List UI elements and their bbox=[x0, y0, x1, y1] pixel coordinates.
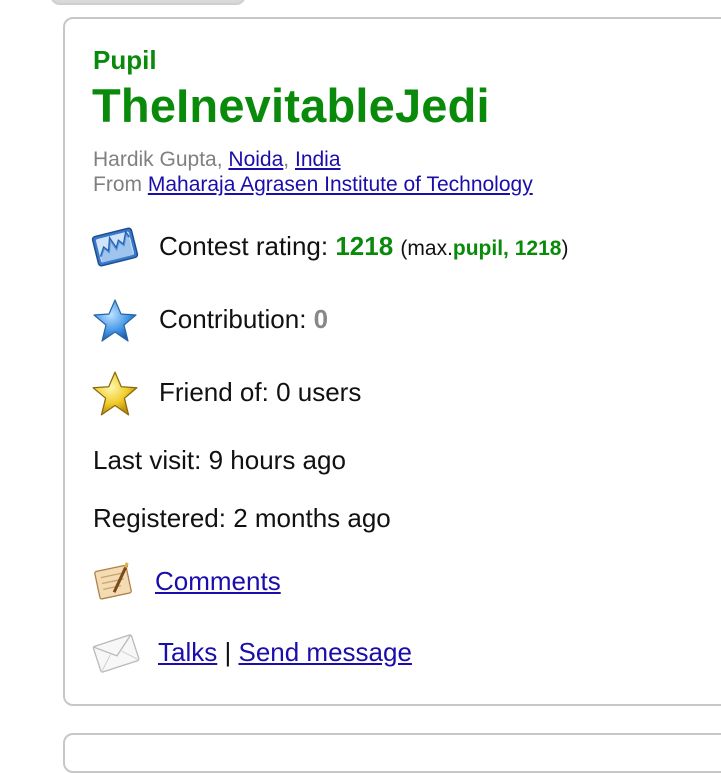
registered-value: 2 months ago bbox=[233, 503, 391, 533]
notepad-icon bbox=[92, 562, 136, 607]
blue-star-icon bbox=[92, 298, 138, 349]
contribution-label: Contribution: bbox=[159, 304, 307, 334]
contest-rating-value: 1218 bbox=[335, 231, 394, 261]
last-visit-value: 9 hours ago bbox=[208, 445, 346, 475]
last-visit-label: Last visit: bbox=[93, 445, 202, 475]
registered-row: Registered: 2 months ago bbox=[93, 503, 391, 534]
comments-link[interactable]: Comments bbox=[155, 566, 281, 596]
from-label: From bbox=[93, 173, 142, 196]
max-rank: pupil, 1218 bbox=[452, 237, 562, 260]
user-full-name: Hardik Gupta bbox=[93, 148, 217, 171]
country-link[interactable]: India bbox=[295, 148, 341, 171]
rating-chart-icon bbox=[91, 223, 139, 276]
contest-rating-row: Contest rating: 1218 (max.pupil, 1218) bbox=[159, 231, 568, 262]
envelope-icon bbox=[92, 630, 140, 681]
organization-line: From Maharaja Agrasen Institute of Techn… bbox=[93, 173, 533, 197]
city-link[interactable]: Noida bbox=[228, 148, 283, 171]
previous-section-tab bbox=[50, 0, 246, 5]
next-section-card bbox=[63, 733, 721, 773]
contest-rating-label: Contest rating: bbox=[159, 231, 329, 261]
last-visit-row: Last visit: 9 hours ago bbox=[93, 445, 346, 476]
friend-of-row: Friend of: 0 users bbox=[159, 377, 361, 408]
name-separator: , bbox=[216, 148, 223, 171]
registered-label: Registered: bbox=[93, 503, 226, 533]
city-separator: , bbox=[283, 148, 290, 171]
user-handle: TheInevitableJedi bbox=[92, 79, 490, 132]
user-location-line: Hardik Gupta, Noida, India bbox=[93, 148, 341, 172]
gold-star-icon bbox=[91, 370, 139, 423]
comments-row: Comments bbox=[155, 566, 281, 597]
contribution-row: Contribution: 0 bbox=[159, 304, 328, 335]
send-message-link[interactable]: Send message bbox=[238, 637, 411, 667]
max-close: ) bbox=[561, 237, 569, 260]
rank-label: Pupil bbox=[93, 45, 157, 75]
max-open: (max. bbox=[400, 237, 453, 260]
talks-link[interactable]: Talks bbox=[158, 637, 217, 667]
contribution-value: 0 bbox=[313, 304, 329, 334]
organization-link[interactable]: Maharaja Agrasen Institute of Technology bbox=[148, 173, 533, 196]
friend-of-label: Friend of: bbox=[159, 377, 269, 407]
messaging-row: Talks | Send message bbox=[158, 637, 412, 668]
link-separator: | bbox=[224, 637, 232, 667]
friend-of-value: 0 users bbox=[276, 377, 362, 407]
